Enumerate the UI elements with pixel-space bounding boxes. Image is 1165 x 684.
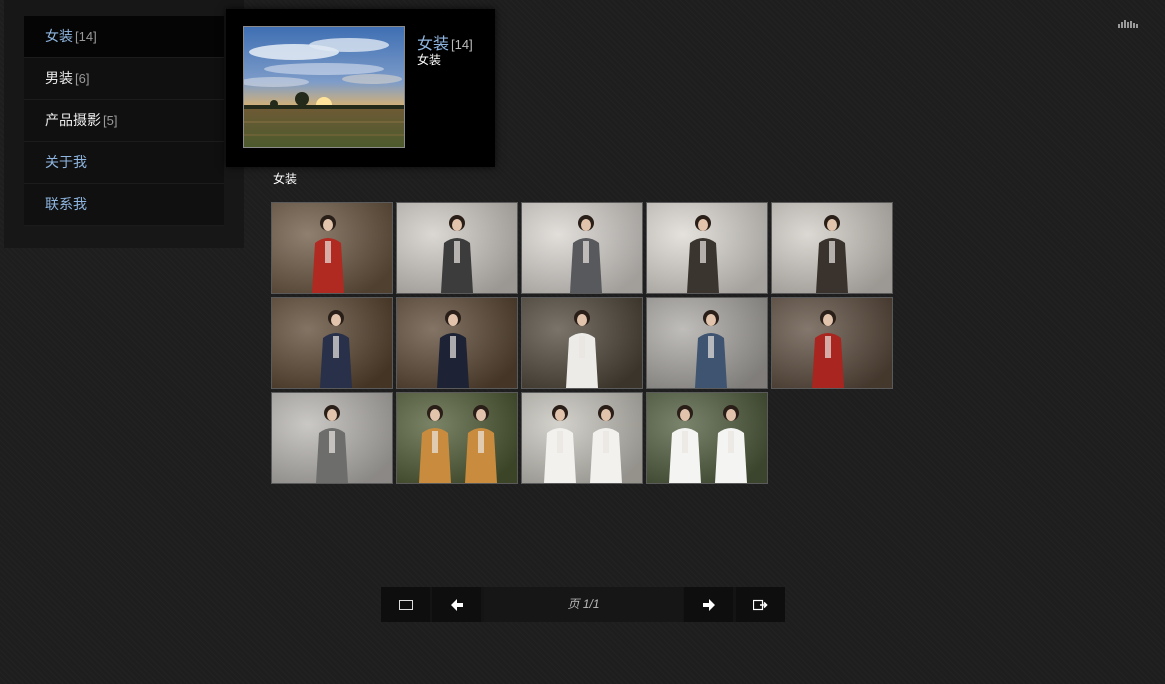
category-preview-popup: 女装 [14] 女装 bbox=[226, 9, 495, 167]
preview-count: [14] bbox=[451, 37, 473, 52]
slideshow-button[interactable] bbox=[381, 587, 430, 622]
menu-item-count: [14] bbox=[75, 29, 97, 44]
category-menu: 女装 [14] 男装 [6] 产品摄影 [5] 关于我 联系我 bbox=[24, 16, 224, 226]
slideshow-icon bbox=[398, 599, 413, 610]
menu-item-count: [6] bbox=[75, 71, 90, 86]
menu-item-0[interactable]: 女装 [14] bbox=[24, 16, 224, 58]
photo-thumbnail-woman-red-leather-jacket[interactable] bbox=[271, 202, 393, 294]
page-indicator: 页 1/1 bbox=[484, 587, 683, 622]
preview-description: 女装 bbox=[417, 53, 442, 67]
photo-thumbnail-woman-grey-coat-hat[interactable] bbox=[521, 202, 643, 294]
photo-thumbnail-woman-navy-coat-seated[interactable] bbox=[271, 297, 393, 389]
menu-item-label: 产品摄影 bbox=[45, 112, 101, 128]
menu-item-label: 联系我 bbox=[45, 196, 87, 212]
photo-thumbnail-woman-brown-jacket[interactable] bbox=[771, 202, 893, 294]
next-button[interactable] bbox=[684, 587, 733, 622]
next-arrow-icon bbox=[702, 598, 715, 611]
photo-thumbnail-women-white-tops-black-skirts[interactable] bbox=[646, 392, 768, 484]
menu-item-label: 女装 bbox=[45, 28, 73, 44]
photo-thumbnail-woman-denim-jacket[interactable] bbox=[646, 297, 768, 389]
photo-thumbnail-woman-brown-jacket-cap[interactable] bbox=[646, 202, 768, 294]
previous-button[interactable] bbox=[432, 587, 481, 622]
exit-button[interactable] bbox=[736, 587, 785, 622]
preview-image[interactable] bbox=[243, 26, 405, 148]
photo-thumbnail-woman-plaid-skirt[interactable] bbox=[396, 297, 518, 389]
photo-thumbnail-woman-tweed-jacket[interactable] bbox=[271, 392, 393, 484]
menu-item-1[interactable]: 男装 [6] bbox=[24, 58, 224, 100]
exit-icon bbox=[752, 599, 768, 610]
photo-thumbnail-women-fur-vests[interactable] bbox=[396, 392, 518, 484]
photo-thumbnail-woman-grey-coat[interactable] bbox=[396, 202, 518, 294]
gallery-title: 女装 bbox=[273, 172, 298, 186]
menu-item-label: 男装 bbox=[45, 70, 73, 86]
photo-thumbnail-woman-red-coat[interactable] bbox=[771, 297, 893, 389]
menu-item-count: [5] bbox=[103, 113, 118, 128]
menu-item-2[interactable]: 产品摄影 [5] bbox=[24, 100, 224, 142]
photo-thumbnail-woman-white-blouse[interactable] bbox=[521, 297, 643, 389]
menu-item-4[interactable]: 联系我 bbox=[24, 184, 224, 226]
menu-panel: 女装 [14] 男装 [6] 产品摄影 [5] 关于我 联系我 bbox=[4, 0, 244, 248]
menu-item-label: 关于我 bbox=[45, 154, 87, 170]
previous-arrow-icon bbox=[450, 598, 463, 611]
equalizer-icon[interactable] bbox=[1118, 15, 1138, 33]
pager-bar: 页 1/1 bbox=[381, 587, 785, 622]
photo-thumbnail-women-white-cardigans[interactable] bbox=[521, 392, 643, 484]
menu-item-3[interactable]: 关于我 bbox=[24, 142, 224, 184]
